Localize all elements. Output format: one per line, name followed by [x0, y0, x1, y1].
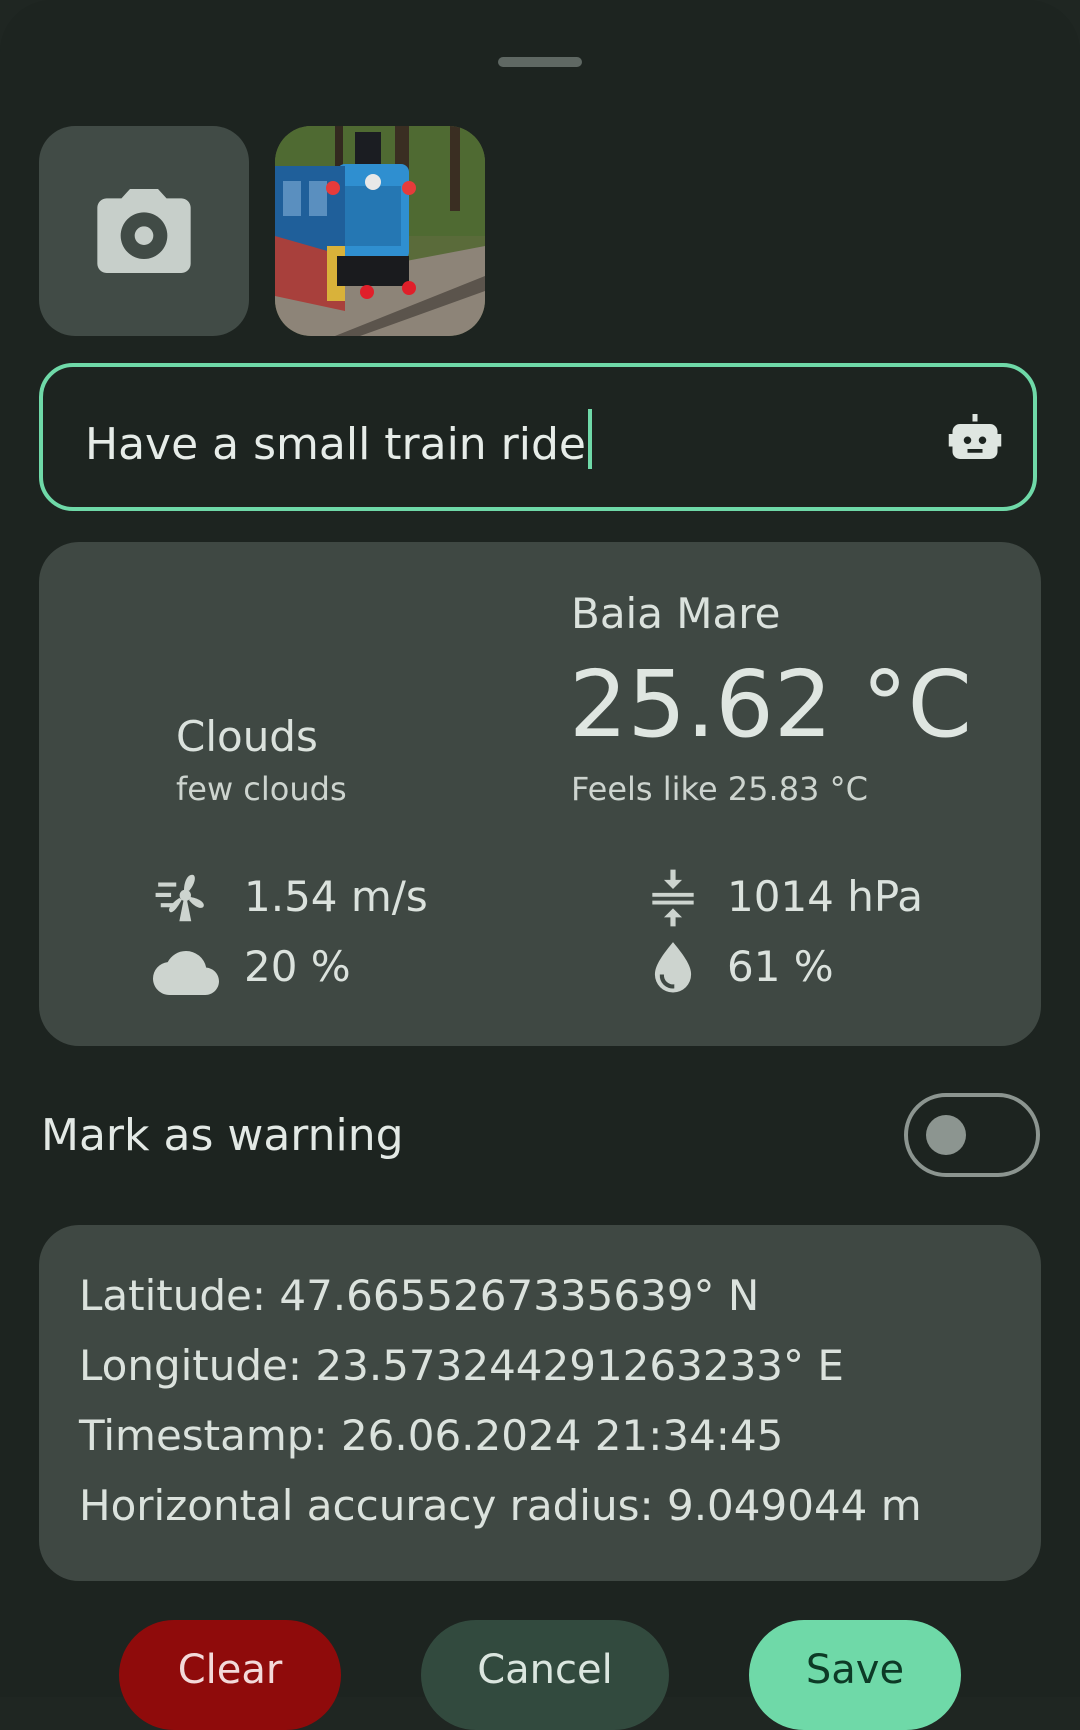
pressure-value: 1014 hPa	[727, 872, 924, 921]
toggle-knob	[926, 1115, 966, 1155]
weather-city: Baia Mare	[571, 589, 781, 638]
cancel-button[interactable]: Cancel	[421, 1620, 669, 1730]
weather-description: few clouds	[176, 770, 347, 808]
photo-thumbnail[interactable]	[275, 126, 485, 336]
warning-label: Mark as warning	[41, 1110, 404, 1161]
note-input[interactable]: Have a small train ride	[39, 363, 1037, 511]
wind-icon	[155, 874, 204, 922]
weather-feels-like: Feels like 25.83 °C	[571, 770, 868, 808]
bottom-sheet: Have a small train ride Clouds few cloud…	[0, 0, 1080, 1730]
humidity-value: 61 %	[727, 942, 834, 991]
weather-temperature: 25.62 °C	[569, 651, 972, 758]
location-card: Latitude: 47.6655267335639° N Longitude:…	[39, 1225, 1041, 1581]
accuracy-text: Horizontal accuracy radius: 9.049044 m	[79, 1481, 922, 1530]
longitude-text: Longitude: 23.573244291263233° E	[79, 1341, 844, 1390]
note-input-value: Have a small train ride	[85, 409, 592, 473]
cloudiness-value: 20 %	[244, 942, 351, 991]
warning-toggle[interactable]	[904, 1093, 1040, 1177]
humidity-icon	[654, 942, 692, 993]
cloud-icon	[153, 951, 219, 995]
clear-button[interactable]: Clear	[119, 1620, 341, 1730]
add-photo-button[interactable]	[39, 126, 249, 336]
save-button[interactable]: Save	[749, 1620, 961, 1730]
train-photo-image	[275, 126, 485, 336]
latitude-text: Latitude: 47.6655267335639° N	[79, 1271, 760, 1320]
weather-card: Clouds few clouds Baia Mare 25.62 °C Fee…	[39, 542, 1041, 1046]
timestamp-text: Timestamp: 26.06.2024 21:34:45	[79, 1411, 784, 1460]
robot-icon[interactable]	[945, 409, 1005, 469]
weather-condition: Clouds	[176, 712, 318, 761]
text-cursor	[588, 409, 592, 469]
pressure-icon	[652, 869, 694, 927]
drag-handle[interactable]	[498, 57, 582, 67]
wind-speed-value: 1.54 m/s	[244, 872, 428, 921]
camera-icon	[97, 189, 191, 273]
